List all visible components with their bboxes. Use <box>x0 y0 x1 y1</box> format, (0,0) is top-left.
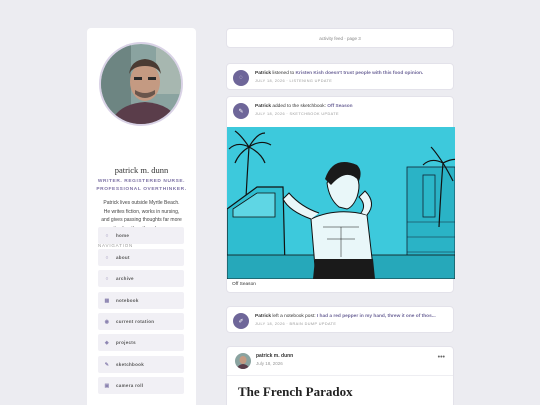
nav-item-projects[interactable]: ◈ projects <box>98 334 184 351</box>
activity-text: Patrick added to the sketchbook: Off Sea… <box>255 103 353 119</box>
post-title[interactable]: The French Paradox <box>238 384 442 400</box>
nav-item-home[interactable]: ○ home <box>98 227 184 244</box>
activity-notebook[interactable]: ✐ Patrick left a notebook post: I had a … <box>226 306 454 333</box>
projects-icon: ◈ <box>104 339 110 346</box>
tagline-line: WRITER. REGISTERED NURSE. <box>97 179 186 184</box>
profile-avatar <box>99 42 183 126</box>
notebook-icon: ✐ <box>233 313 249 329</box>
circle-icon: ○ <box>105 232 109 239</box>
sketch-image[interactable] <box>227 127 455 279</box>
notebook-icon: ▦ <box>104 297 110 304</box>
nav-item-archive[interactable]: ○ archive <box>98 270 184 287</box>
activity-actor: Patrick <box>255 71 271 76</box>
nav-label: camera roll <box>116 383 144 388</box>
blog-post-card[interactable]: patrick m. dunn July 18, 2026 ••• The Fr… <box>226 346 454 405</box>
activity-actor: Patrick <box>255 104 271 109</box>
nav-label: sketchbook <box>116 362 145 367</box>
author-avatar <box>235 353 251 369</box>
post-byline: patrick m. dunn July 18, 2026 <box>256 353 293 369</box>
activity-link[interactable]: Off Season <box>327 104 352 109</box>
nav-item-about[interactable]: ○ about <box>98 249 184 266</box>
nav-item-camera-roll[interactable]: ▣ camera roll <box>98 377 184 394</box>
post-body: The French Paradox <box>227 375 453 400</box>
nav-label: about <box>116 255 130 260</box>
activity-text: Patrick left a notebook post: I had a re… <box>255 313 436 329</box>
record-icon: ◉ <box>104 318 110 325</box>
activity-meta: JULY 18, 2026 · SKETCHBOOK UPDATE <box>255 112 339 116</box>
activity-text: Patrick listened to Kristen Kish doesn't… <box>255 70 423 86</box>
post-header: patrick m. dunn July 18, 2026 ••• <box>227 347 453 375</box>
activity-link[interactable]: Kristen Kish doesn't trust people with t… <box>296 71 424 76</box>
activity-link[interactable]: I had a red pepper in my hand, threw it … <box>317 314 436 319</box>
pencil-icon: ✎ <box>104 361 110 368</box>
activity-verb: left a notebook post: <box>271 314 317 319</box>
nav-label: projects <box>116 340 136 345</box>
activity-actor: Patrick <box>255 314 271 319</box>
pencil-icon: ✎ <box>233 103 249 119</box>
activity-sketchbook[interactable]: ✎ Patrick added to the sketchbook: Off S… <box>226 96 455 293</box>
nav-label: current rotation <box>116 319 155 324</box>
activity-verb: added to the sketchbook: <box>271 104 328 109</box>
profile-sidebar: patrick m. dunn WRITER. REGISTERED NURSE… <box>87 28 196 405</box>
nav-label: home <box>116 233 130 238</box>
profile-tagline: WRITER. REGISTERED NURSE. PROFESSIONAL O… <box>87 178 196 194</box>
headphones-icon: ◌ <box>233 70 249 86</box>
activity-row: ◌ Patrick listened to Kristen Kish doesn… <box>227 64 453 92</box>
activity-meta: JULY 18, 2026 · BRAIN DUMP UPDATE <box>255 322 337 326</box>
circle-icon: ○ <box>105 254 109 261</box>
activity-row: ✎ Patrick added to the sketchbook: Off S… <box>227 97 453 125</box>
more-options-icon[interactable]: ••• <box>438 353 445 369</box>
profile-name: patrick m. dunn <box>114 165 169 175</box>
nav-label: archive <box>116 276 134 281</box>
activity-verb: listened to <box>271 71 296 76</box>
bio-line: He writes fiction, works in nursing, <box>103 208 180 215</box>
nav-label: notebook <box>116 298 139 303</box>
camera-icon: ▣ <box>104 382 110 389</box>
post-date: July 18, 2026 <box>256 361 283 366</box>
sketch-caption: Off Season <box>232 282 256 287</box>
nav-item-sketchbook[interactable]: ✎ sketchbook <box>98 356 184 373</box>
nav-item-notebook[interactable]: ▦ notebook <box>98 292 184 309</box>
circle-icon: ○ <box>105 275 109 282</box>
bio-line: Patrick lives outside Myrtle Beach. <box>103 200 180 206</box>
activity-row: ✐ Patrick left a notebook post: I had a … <box>227 307 453 335</box>
tagline-line: PROFESSIONAL OVERTHINKER. <box>96 187 187 192</box>
nav-item-current-rotation[interactable]: ◉ current rotation <box>98 313 184 330</box>
post-author[interactable]: patrick m. dunn <box>256 353 293 360</box>
feed-header: activity feed · page 3 <box>226 28 454 48</box>
activity-meta: JULY 18, 2026 · LISTENING UPDATE <box>255 79 333 83</box>
bio-line: and gives passing thoughts far more <box>101 217 182 223</box>
activity-listening[interactable]: ◌ Patrick listened to Kristen Kish doesn… <box>226 63 454 90</box>
